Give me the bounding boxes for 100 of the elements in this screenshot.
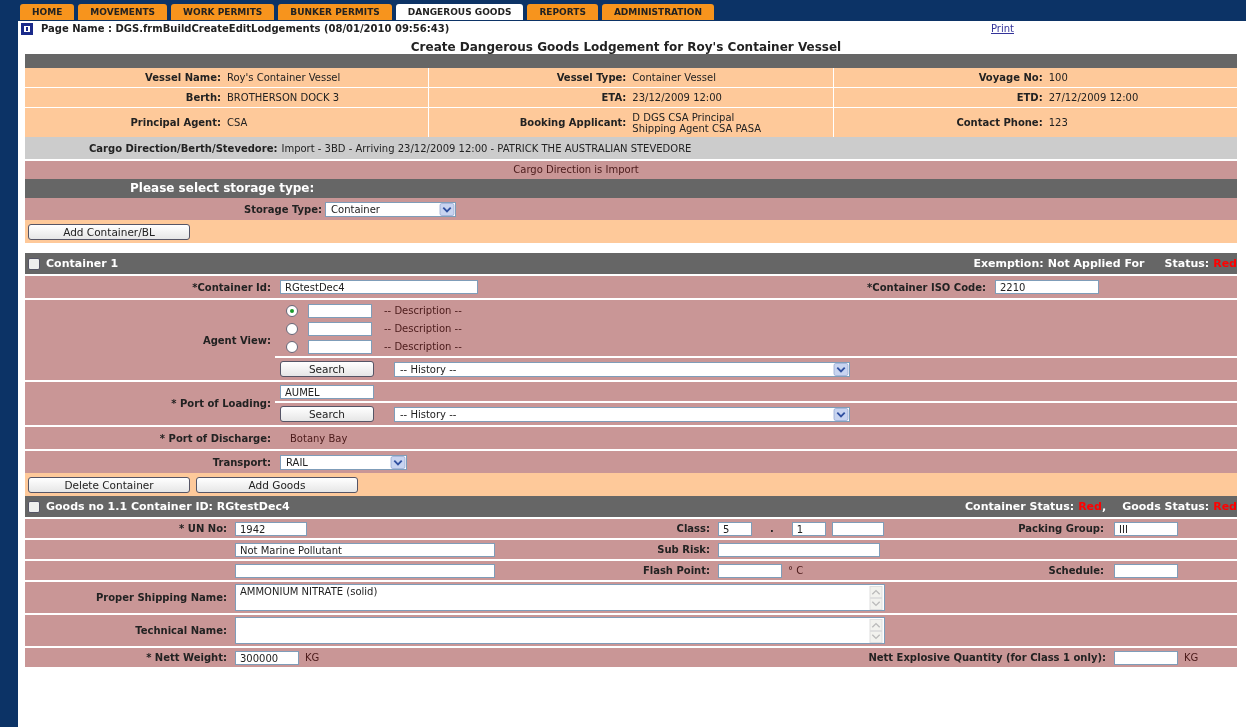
input-field[interactable]: RGtestDec4 — [280, 280, 478, 294]
field-label: Schedule: — [1048, 565, 1104, 576]
input-field[interactable]: 1 — [791, 521, 826, 536]
field-label: Container Status: — [965, 500, 1075, 513]
button[interactable]: Search — [280, 406, 374, 422]
field-label: Berth: — [184, 92, 222, 103]
field-label: *Container ISO Code: — [867, 281, 986, 293]
print-link[interactable]: Print — [991, 23, 1014, 34]
button[interactable]: Add Container/BL — [28, 223, 190, 240]
dropdown[interactable]: -- History -- — [394, 361, 850, 377]
field-value: Import - 3BD - Arriving 23/12/2009 12:00 - PATRICK THE AUSTRALIAN STEVEDORE — [281, 142, 692, 154]
input-field[interactable]: Not Marine Pollutant — [235, 542, 495, 557]
page-icon — [21, 22, 33, 35]
tab[interactable]: BUNKER PERMITS — [278, 4, 392, 20]
tab[interactable]: MOVEMENTS — [78, 4, 168, 20]
field-label: * Port of Discharge: — [159, 432, 271, 444]
input-field[interactable]: AUMEL — [280, 385, 374, 399]
input-field[interactable]: 1942 — [235, 521, 307, 536]
separator-mark: . — [770, 523, 774, 534]
tab[interactable]: DANGEROUS GOODS — [395, 4, 524, 20]
checkbox[interactable] — [28, 257, 40, 270]
field-label: ETD: — [1015, 92, 1044, 103]
separator-mark: , — [1101, 500, 1107, 513]
field-value: BROTHERSON DOCK 3 — [227, 92, 340, 103]
input-field[interactable] — [831, 521, 884, 536]
status-value: Red — [1213, 500, 1237, 513]
status-value: Red — [1078, 500, 1102, 513]
input-field[interactable]: III — [1114, 521, 1178, 536]
input-field[interactable] — [718, 542, 880, 557]
text-area[interactable]: AMMONIUM NITRATE (solid) — [235, 584, 885, 611]
field-label: ETA: — [600, 92, 628, 103]
field-label: Transport: — [212, 456, 271, 468]
button[interactable]: Search — [280, 361, 374, 377]
input-field[interactable] — [308, 303, 372, 318]
radio-button[interactable] — [286, 340, 298, 353]
field-label: Sub Risk: — [657, 544, 710, 555]
input-field[interactable] — [308, 321, 372, 336]
field-value: KG — [305, 652, 320, 663]
page-name: Page Name : DGS.frmBuildCreateEditLodgements (08/01/2010 09:56:43) — [41, 23, 450, 34]
radio-button[interactable] — [286, 304, 298, 317]
input-field[interactable] — [1114, 650, 1178, 665]
field-value: 100 — [1048, 72, 1068, 83]
field-label: *Container Id: — [192, 281, 271, 293]
scroll-arrows-icon[interactable] — [869, 619, 883, 643]
field-label: Contact Phone: — [955, 117, 1044, 128]
field-label: Flash Point: — [642, 565, 710, 576]
field-value: 27/12/2009 12:00 — [1048, 92, 1139, 103]
field-label: Agent View: — [202, 334, 271, 346]
checkbox[interactable] — [28, 500, 40, 513]
dropdown[interactable]: Container — [325, 201, 457, 217]
field-label: Vessel Type: — [555, 72, 628, 83]
field-label: Principal Agent: — [129, 117, 222, 128]
input-field[interactable] — [235, 563, 495, 578]
field-label: * UN No: — [179, 523, 227, 534]
input-field[interactable] — [718, 563, 782, 578]
text-area[interactable] — [235, 617, 885, 644]
field-label: Voyage No: — [977, 72, 1044, 83]
field-label: * Nett Weight: — [146, 652, 227, 663]
button[interactable]: Add Goods — [196, 476, 358, 493]
field-value: D DGS CSA Principal Shipping Agent CSA PASA — [632, 111, 762, 134]
input-field[interactable] — [1114, 563, 1178, 578]
section-title: Goods no 1.1 Container ID: RGtestDec4 — [46, 500, 290, 513]
tab[interactable]: WORK PERMITS — [171, 4, 275, 20]
field-label: Proper Shipping Name: — [95, 592, 227, 603]
field-value: KG — [1184, 652, 1199, 663]
field-label: Storage Type: — [244, 203, 323, 215]
dropdown[interactable]: RAIL — [280, 454, 407, 470]
input-field[interactable]: 2210 — [995, 280, 1099, 294]
field-label: Technical Name: — [135, 625, 227, 636]
tab[interactable]: ADMINISTRATION — [601, 4, 715, 20]
field-value: CSA — [227, 117, 248, 128]
field-label: Goods Status: — [1122, 500, 1210, 513]
dropdown[interactable]: -- History -- — [394, 406, 850, 422]
field-label: Class: — [676, 523, 710, 534]
field-label: Vessel Name: — [144, 72, 222, 83]
section-title: Container 1 — [46, 257, 119, 270]
tab[interactable]: REPORTS — [527, 4, 598, 20]
field-label: Status: — [1164, 257, 1210, 270]
field-label: * Port of Loading: — [171, 398, 271, 409]
field-value: Botany Bay — [289, 432, 348, 444]
field-value: 23/12/2009 12:00 — [632, 92, 722, 103]
caret-icon — [439, 202, 456, 216]
field-value: Not Applied For — [1047, 257, 1145, 270]
input-field[interactable]: 5 — [718, 521, 752, 536]
radio-button[interactable] — [286, 322, 298, 335]
tab[interactable]: HOME — [20, 4, 75, 20]
field-label: Booking Applicant: — [518, 117, 628, 128]
status-value: Red — [1213, 257, 1237, 270]
field-value: -- Description -- — [384, 323, 462, 334]
page-heading: Create Dangerous Goods Lodgement for Roy's Container Vessel — [409, 39, 843, 54]
field-value: ° C — [788, 565, 804, 576]
field-value: -- Description -- — [384, 341, 462, 352]
field-label: Packing Group: — [1018, 523, 1104, 534]
input-field[interactable] — [308, 339, 372, 354]
field-label: Cargo Direction/Berth/Stevedore: — [89, 142, 278, 154]
button[interactable]: Delete Container — [28, 476, 190, 493]
scroll-arrows-icon[interactable] — [869, 586, 883, 610]
caret-icon — [833, 407, 849, 421]
input-field[interactable]: 300000 — [235, 650, 299, 665]
field-label: Nett Explosive Quantity (for Class 1 only): — [868, 652, 1106, 663]
